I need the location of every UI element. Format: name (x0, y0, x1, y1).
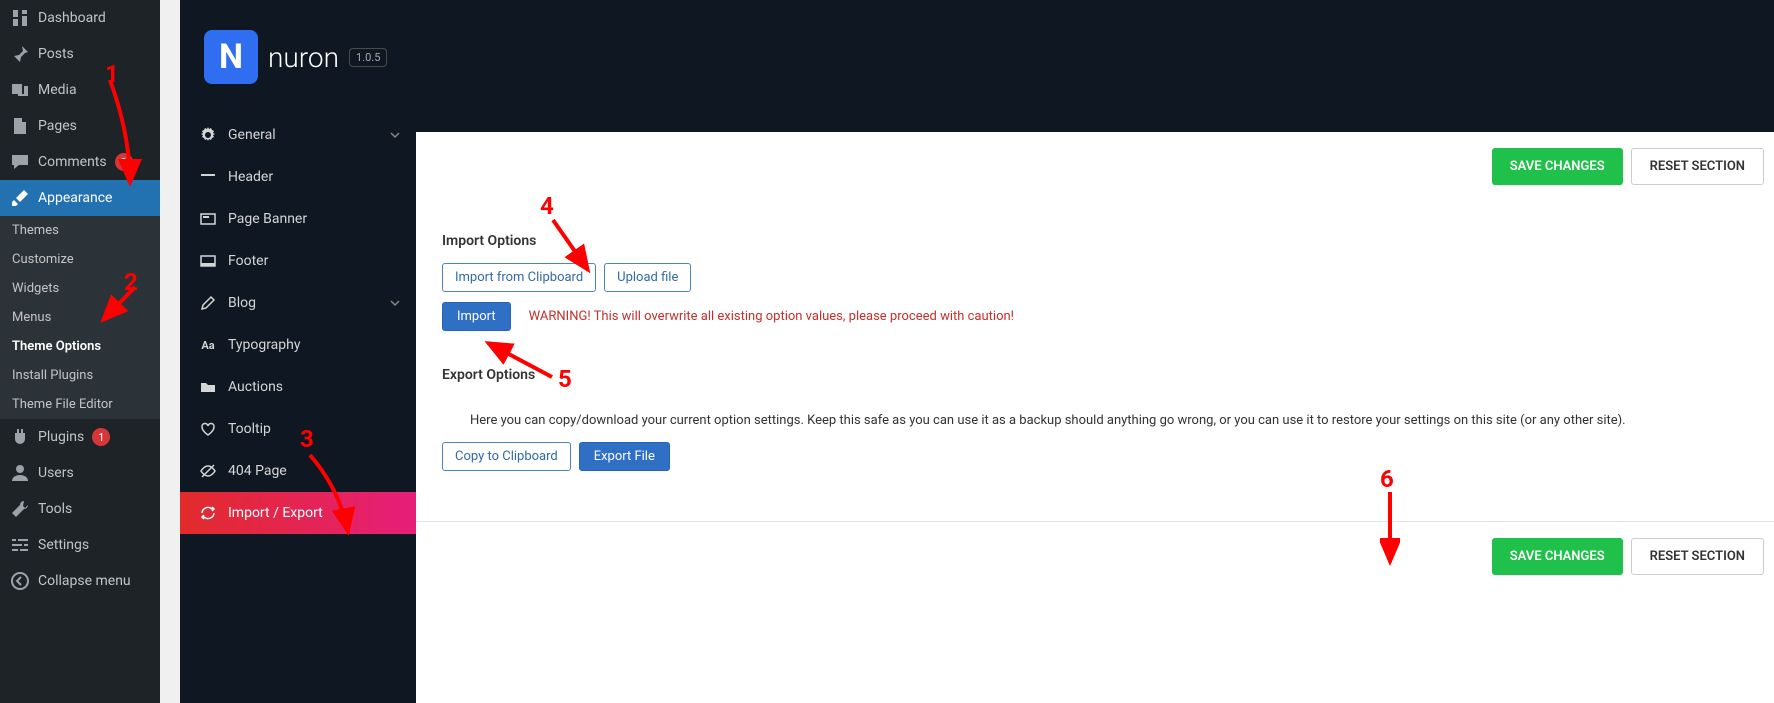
gear-icon (200, 127, 216, 143)
copy-to-clipboard-button[interactable]: Copy to Clipboard (442, 442, 571, 471)
plug-icon (10, 427, 30, 447)
export-options-label: Export Options (442, 367, 1748, 383)
pin-icon (10, 44, 30, 64)
sidebar-item-tools[interactable]: Tools (0, 491, 160, 527)
nav-label: Footer (228, 253, 268, 269)
sidebar-label: Plugins (38, 429, 84, 445)
sidebar-item-dashboard[interactable]: Dashboard (0, 0, 160, 36)
sidebar-sub-theme-options[interactable]: Theme Options (0, 332, 160, 361)
sidebar-sub-themes[interactable]: Themes (0, 216, 160, 245)
theme-header: N nuron 1.0.5 (180, 0, 416, 114)
sidebar-label: Users (38, 465, 74, 481)
nav-label: Header (228, 169, 273, 185)
sidebar-sub-customize[interactable]: Customize (0, 245, 160, 274)
sidebar-label: Pages (38, 118, 77, 134)
sidebar-item-pages[interactable]: Pages (0, 108, 160, 144)
sidebar-item-posts[interactable]: Posts (0, 36, 160, 72)
theme-name: nuron (268, 41, 339, 74)
export-description: Here you can copy/download your current … (470, 413, 1748, 428)
wp-admin-sidebar: Dashboard Posts Media Pages Comments 3 A… (0, 0, 160, 703)
sidebar-label: Posts (38, 46, 74, 62)
sidebar-item-users[interactable]: Users (0, 455, 160, 491)
sidebar-label: Dashboard (38, 10, 106, 26)
save-button[interactable]: SAVE CHANGES (1492, 148, 1623, 185)
nav-label: Typography (228, 337, 300, 353)
plugins-badge: 1 (92, 428, 110, 446)
folder-icon (200, 379, 216, 395)
top-actions: SAVE CHANGES RESET SECTION (416, 132, 1774, 203)
theme-version: 1.0.5 (349, 48, 387, 67)
brush-icon (10, 188, 30, 208)
bottom-actions: SAVE CHANGES RESET SECTION (416, 522, 1774, 593)
nav-general[interactable]: General (180, 114, 416, 156)
save-button-bottom[interactable]: SAVE CHANGES (1492, 538, 1623, 575)
dashboard-icon (10, 8, 30, 28)
nav-auctions[interactable]: Auctions (180, 366, 416, 408)
typography-icon: Aa (200, 337, 216, 353)
export-file-button[interactable]: Export File (579, 442, 670, 471)
import-from-clipboard-button[interactable]: Import from Clipboard (442, 263, 596, 292)
theme-options-nav: General Header Page Banner Footer Blog A… (180, 114, 416, 703)
pages-icon (10, 116, 30, 136)
user-icon (10, 463, 30, 483)
refresh-icon (200, 505, 216, 521)
sidebar-label: Settings (38, 537, 89, 553)
nav-404[interactable]: 404 Page (180, 450, 416, 492)
comment-icon (10, 152, 30, 172)
nav-tooltip[interactable]: Tooltip (180, 408, 416, 450)
sidebar-label: Tools (38, 501, 72, 517)
comments-badge: 3 (115, 153, 133, 171)
sidebar-sub-theme-file-editor[interactable]: Theme File Editor (0, 390, 160, 419)
chevron-down-icon (390, 130, 400, 140)
sidebar-sub-menus[interactable]: Menus (0, 303, 160, 332)
reset-button[interactable]: RESET SECTION (1631, 148, 1764, 185)
theme-logo: N (204, 30, 258, 84)
header-icon (200, 169, 216, 185)
import-button[interactable]: Import (442, 302, 511, 331)
nav-label: 404 Page (228, 463, 287, 479)
content-panel: SAVE CHANGES RESET SECTION Import Option… (416, 0, 1774, 703)
media-icon (10, 80, 30, 100)
sidebar-label: Media (38, 82, 77, 98)
sidebar-item-settings[interactable]: Settings (0, 527, 160, 563)
sidebar-item-appearance[interactable]: Appearance (0, 180, 160, 216)
wrench-icon (10, 499, 30, 519)
nav-label: Page Banner (228, 211, 307, 227)
pencil-icon (200, 295, 216, 311)
footer-icon (200, 253, 216, 269)
nav-label: Tooltip (228, 421, 271, 437)
sidebar-label: Comments (38, 154, 107, 170)
import-options-label: Import Options (442, 233, 1748, 249)
nav-label: Import / Export (228, 505, 323, 521)
eye-off-icon (200, 463, 216, 479)
nav-header[interactable]: Header (180, 156, 416, 198)
collapse-icon (10, 571, 30, 591)
sidebar-item-collapse[interactable]: Collapse menu (0, 563, 160, 599)
nav-page-banner[interactable]: Page Banner (180, 198, 416, 240)
sidebar-label: Appearance (38, 190, 112, 206)
sidebar-item-comments[interactable]: Comments 3 (0, 144, 160, 180)
nav-label: Blog (228, 295, 256, 311)
nav-typography[interactable]: Aa Typography (180, 324, 416, 366)
chevron-down-icon (390, 298, 400, 308)
sidebar-sub-install-plugins[interactable]: Install Plugins (0, 361, 160, 390)
sidebar-item-plugins[interactable]: Plugins 1 (0, 419, 160, 455)
nav-label: Auctions (228, 379, 283, 395)
nav-footer[interactable]: Footer (180, 240, 416, 282)
sidebar-sub-widgets[interactable]: Widgets (0, 274, 160, 303)
sidebar-item-media[interactable]: Media (0, 72, 160, 108)
upload-file-button[interactable]: Upload file (604, 263, 691, 292)
reset-button-bottom[interactable]: RESET SECTION (1631, 538, 1764, 575)
import-warning: WARNING! This will overwrite all existin… (529, 309, 1014, 324)
sliders-icon (10, 535, 30, 555)
main-content-wrap: N nuron 1.0.5 General Header Page Banner… (160, 0, 1774, 703)
nav-label: General (228, 127, 276, 143)
nav-import-export[interactable]: Import / Export (180, 492, 416, 534)
banner-icon (200, 211, 216, 227)
heart-icon (200, 421, 216, 437)
sidebar-label: Collapse menu (38, 573, 131, 589)
nav-blog[interactable]: Blog (180, 282, 416, 324)
